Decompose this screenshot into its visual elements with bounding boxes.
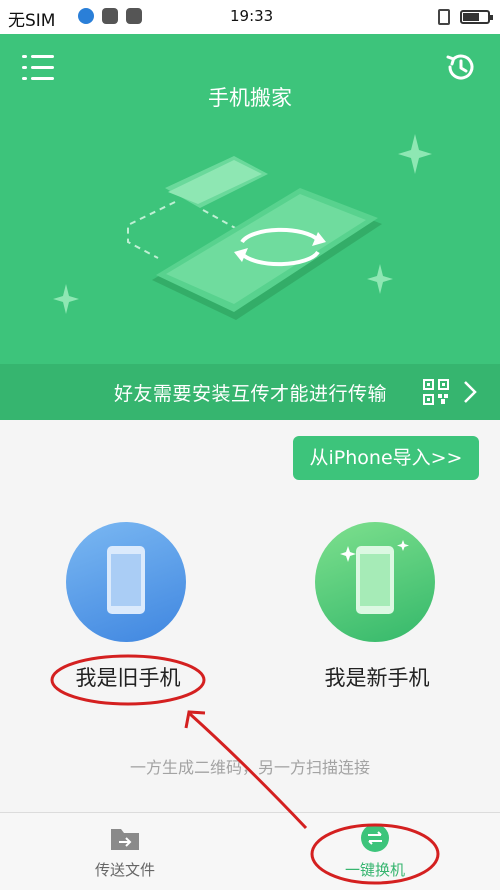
tab-one-click-switch[interactable]: 一键换机 bbox=[250, 813, 500, 890]
phone-icon bbox=[107, 546, 145, 614]
bottom-tab-bar: 传送文件 一键换机 bbox=[0, 812, 500, 890]
phone-transfer-illustration bbox=[53, 134, 432, 320]
status-bar: 无SIM 19:33 bbox=[0, 0, 500, 34]
new-phone-option[interactable]: 我是新手机 bbox=[277, 522, 477, 702]
vibrate-icon bbox=[438, 9, 450, 25]
annotation-arrowhead bbox=[184, 710, 206, 729]
tab-one-click-switch-label: 一键换机 bbox=[344, 861, 405, 879]
new-phone-label: 我是新手机 bbox=[324, 666, 430, 690]
tab-transfer-files[interactable]: 传送文件 bbox=[0, 813, 250, 890]
history-icon[interactable] bbox=[444, 50, 478, 84]
page-title: 手机搬家 bbox=[208, 86, 292, 110]
import-from-iphone-button[interactable]: 从iPhone导入>> bbox=[293, 436, 479, 480]
chevron-right-icon[interactable] bbox=[462, 380, 478, 404]
menu-icon[interactable] bbox=[22, 55, 54, 81]
carrier-label: 无SIM bbox=[8, 11, 56, 31]
new-phone-circle bbox=[315, 522, 435, 642]
shield-notification-icon bbox=[126, 8, 142, 24]
app-notification-icon bbox=[78, 8, 94, 24]
notification-icons bbox=[78, 8, 142, 24]
new-phone-icon bbox=[340, 540, 409, 614]
old-phone-circle bbox=[66, 522, 186, 642]
battery-icon bbox=[460, 10, 493, 24]
qr-code-icon[interactable] bbox=[423, 379, 449, 405]
old-phone-label: 我是旧手机 bbox=[75, 666, 181, 690]
old-phone-option[interactable]: 我是旧手机 bbox=[28, 522, 228, 702]
connection-hint: 一方生成二维码，另一方扫描连接 bbox=[129, 758, 370, 777]
swap-icon bbox=[361, 824, 389, 852]
clock: 19:33 bbox=[230, 7, 274, 25]
folder-transfer-icon bbox=[111, 829, 139, 850]
install-tip-text: 好友需要安装互传才能进行传输 bbox=[114, 383, 388, 405]
message-notification-icon bbox=[102, 8, 118, 24]
tab-transfer-files-label: 传送文件 bbox=[94, 861, 155, 879]
